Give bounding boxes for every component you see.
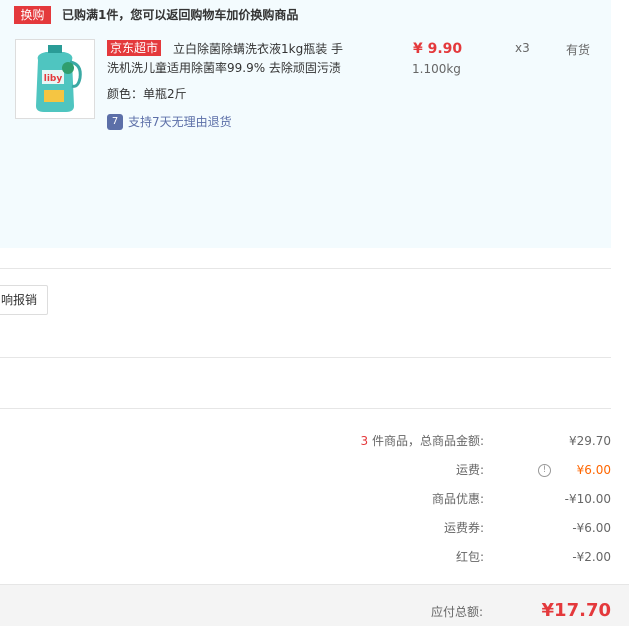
goods-total-value: ¥29.70 [569, 434, 611, 448]
stock-status: 有货 [566, 43, 591, 57]
summary-goods-total-row: 3 件商品，总商品金额: ¥29.70 [0, 431, 611, 451]
product-quantity: x3 [515, 41, 530, 55]
total-bar: 应付总额: ¥17.70 [0, 584, 629, 626]
product-name-link[interactable]: 立白除菌除螨洗衣液1kg瓶装 手洗机洗儿童适用除菌率99.9% 去除顽固污渍 [107, 40, 347, 78]
return-policy[interactable]: 7 支持7天无理由退货 [107, 113, 232, 131]
discount-label: 商品优惠: [431, 492, 484, 506]
summary-redpacket-row: 红包: -¥2.00 [0, 547, 611, 567]
product-weight: 1.100kg [412, 62, 461, 76]
freight-coupon-value: -¥6.00 [572, 521, 611, 535]
product-thumbnail[interactable]: liby [15, 39, 95, 119]
divider [0, 408, 611, 409]
huangou-badge[interactable]: 换购 [14, 6, 51, 24]
invoice-button[interactable]: 响报销 [0, 285, 48, 315]
summary-freight-coupon-row: 运费券: -¥6.00 [0, 518, 611, 538]
summary-freight-row: 运费: ! ¥6.00 [0, 460, 611, 480]
goods-total-label: 3 件商品，总商品金额: [360, 431, 484, 451]
seven-day-return-icon: 7 [107, 114, 123, 130]
return-policy-label: 支持7天无理由退货 [128, 115, 232, 129]
total-label: 应付总额: [430, 605, 483, 619]
divider [0, 357, 611, 358]
total-value: ¥17.70 [541, 600, 611, 621]
freight-coupon-label: 运费券: [443, 521, 484, 535]
freight-label: 运费: [455, 463, 484, 477]
item-count: 3 [360, 434, 369, 448]
svg-text:liby: liby [44, 74, 63, 84]
info-icon[interactable]: ! [538, 464, 551, 477]
cart-item-block: 换购 已购满1件，您可以返回购物车加价换购商品 liby 京东超市 立白除菌除螨… [0, 0, 611, 248]
redpacket-value: -¥2.00 [572, 550, 611, 564]
summary-discount-row: 商品优惠: -¥10.00 [0, 489, 611, 509]
product-price: ¥ 9.90 [413, 41, 463, 57]
redpacket-label: 红包: [455, 550, 484, 564]
goods-total-suffix: 件商品，总商品金额: [371, 434, 484, 448]
freight-value: ¥6.00 [576, 463, 611, 477]
detergent-bottle-icon: liby [16, 40, 94, 118]
divider [0, 268, 611, 269]
huangou-tip: 已购满1件，您可以返回购物车加价换购商品 [62, 8, 299, 22]
product-attribute: 颜色：单瓶2斤 [107, 87, 187, 101]
discount-value: -¥10.00 [564, 492, 611, 506]
